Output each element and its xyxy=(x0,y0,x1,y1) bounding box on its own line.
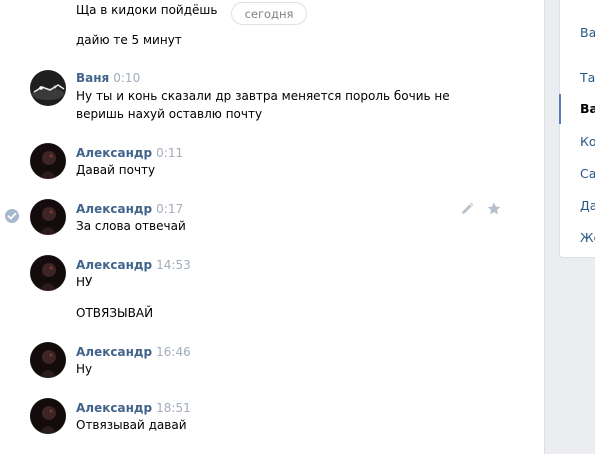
avatar[interactable] xyxy=(30,255,66,291)
author-name[interactable]: Александр xyxy=(76,345,152,359)
message-text-line: Ща в кидоки пойдёшь xyxy=(76,3,218,17)
message-header: Александр 18:51 xyxy=(76,400,191,416)
menu-item[interactable]: Ва xyxy=(580,24,595,42)
message-text-line: ОТВЯЗЫВАЙ xyxy=(76,306,154,320)
author-name[interactable]: Александр xyxy=(76,146,152,160)
avatar[interactable] xyxy=(30,342,66,378)
avatar[interactable] xyxy=(30,143,66,179)
author-name[interactable]: Александр xyxy=(76,401,152,415)
right-sidebar-menu: Пе Ва Та Ва Ко Са Да Же xyxy=(559,0,595,258)
message-header: Ваня 0:10 xyxy=(76,70,140,86)
menu-item[interactable]: Са xyxy=(580,165,595,183)
menu-item[interactable]: Та xyxy=(580,69,595,87)
avatar[interactable] xyxy=(30,398,66,434)
message-header: Александр 0:11 xyxy=(76,145,183,161)
author-name[interactable]: Александр xyxy=(76,202,152,216)
message-time[interactable]: 0:10 xyxy=(113,71,140,85)
author-name[interactable]: Ваня xyxy=(76,71,109,85)
check-circle-icon[interactable] xyxy=(5,209,19,223)
message-time[interactable]: 14:53 xyxy=(156,258,191,272)
message-text-line: дайю те 5 минут xyxy=(76,33,182,47)
avatar[interactable] xyxy=(30,199,66,235)
message-text-line: Давай почту xyxy=(76,163,156,177)
menu-item[interactable]: Да xyxy=(580,197,595,215)
menu-item-active[interactable]: Ва xyxy=(580,100,595,118)
chat-history-panel: Ща в кидоки пойдёшь сегодня дайю те 5 ми… xyxy=(0,0,545,454)
menu-item[interactable]: Ко xyxy=(580,133,595,151)
star-icon[interactable] xyxy=(486,201,502,217)
menu-item[interactable]: Пе xyxy=(580,0,595,5)
menu-item[interactable]: Же xyxy=(580,229,595,247)
message-text-line: Отвязывай давай xyxy=(76,418,187,432)
author-name[interactable]: Александр xyxy=(76,258,152,272)
message-text-line: За слова отвечай xyxy=(76,219,186,233)
message-text-line: Ну ты и конь сказали др завтра меняется … xyxy=(76,89,450,103)
message-text-line: веришь нахуй оставлю почту xyxy=(76,107,263,121)
message-text-line: НУ xyxy=(76,275,93,289)
pencil-icon[interactable] xyxy=(459,201,475,217)
message-time[interactable]: 0:17 xyxy=(156,202,183,216)
message-time[interactable]: 18:51 xyxy=(156,401,191,415)
avatar[interactable] xyxy=(30,70,66,106)
date-divider-pill[interactable]: сегодня xyxy=(231,2,307,25)
message-header: Александр 16:46 xyxy=(76,344,191,360)
active-item-marker xyxy=(559,94,561,124)
message-header: Александр 14:53 xyxy=(76,257,191,273)
message-time[interactable]: 0:11 xyxy=(156,146,183,160)
message-header: Александр 0:17 xyxy=(76,201,183,217)
message-time[interactable]: 16:46 xyxy=(156,345,191,359)
message-text-line: Ну xyxy=(76,362,93,376)
